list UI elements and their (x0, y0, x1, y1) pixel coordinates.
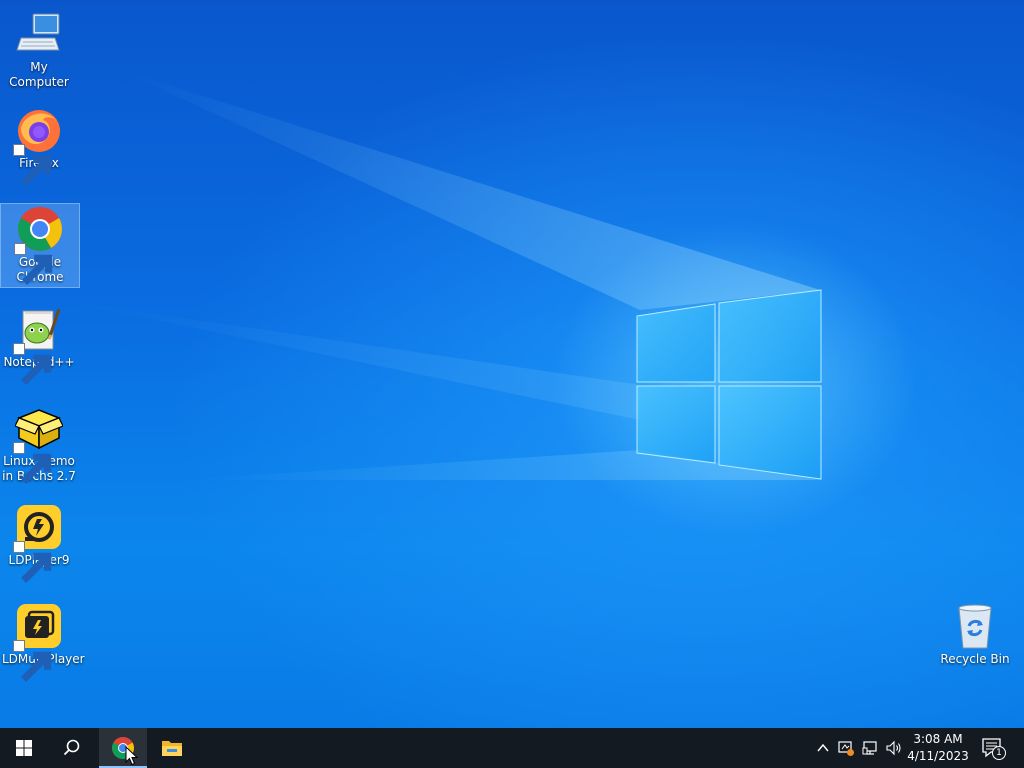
start-button[interactable] (0, 728, 48, 768)
desktop-icon-label: My Computer (9, 60, 69, 89)
mouse-cursor-icon (125, 746, 139, 766)
security-warning-icon[interactable] (838, 740, 854, 756)
ldplayer-icon (13, 503, 63, 583)
desktop-icon-label: Recycle Bin (940, 652, 1010, 666)
desktop-icon-my-computer[interactable]: My Computer (0, 10, 78, 90)
ldmultiplayer-icon (13, 602, 63, 682)
recycle-bin-icon (951, 602, 999, 650)
desktop-icon-linux-demo-in-bochs[interactable]: Linux Demo in Bochs 2.7 (0, 404, 78, 484)
windows-start-icon (16, 740, 32, 756)
desktop-icon-recycle-bin[interactable]: Recycle Bin (936, 602, 1014, 667)
folder-icon (162, 741, 182, 756)
volume-icon[interactable] (886, 740, 902, 756)
shortcut-arrow-icon (13, 343, 52, 385)
chrome-icon (14, 205, 64, 285)
shortcut-arrow-icon (13, 442, 52, 484)
show-hidden-icons-chevron-icon[interactable] (815, 740, 831, 756)
desktop-wallpaper: My Computer Firefox Google Chrome Notepa… (0, 0, 1024, 728)
desktop-icon-notepad-plus-plus[interactable]: Notepad++ (0, 305, 78, 385)
shortcut-arrow-icon (13, 144, 52, 186)
notepad-plus-plus-icon (13, 305, 63, 385)
firefox-icon (13, 106, 63, 186)
search-icon (63, 739, 80, 756)
taskbar-clock[interactable]: 3:08 AM 4/11/2023 (904, 731, 972, 765)
taskbar: 3:08 AM 4/11/2023 1 (0, 728, 1024, 768)
clock-time: 3:08 AM (913, 732, 963, 746)
desktop-icon-ldmultiplayer[interactable]: LDMultiPlayer (0, 602, 85, 682)
windows-logo-wallpaper (636, 289, 822, 480)
computer-icon (15, 10, 63, 58)
desktop-icon-ldplayer9[interactable]: LDPlayer9 (0, 503, 78, 583)
notification-count-badge: 1 (992, 746, 1006, 760)
shortcut-arrow-icon (14, 243, 53, 285)
taskbar-file-explorer-button[interactable] (148, 728, 196, 768)
wallpaper-light-beams (60, 70, 820, 480)
clock-date: 4/11/2023 (907, 749, 969, 763)
desktop-icon-firefox[interactable]: Firefox (0, 106, 78, 186)
bochs-box-icon (13, 404, 63, 484)
network-icon[interactable] (862, 740, 878, 756)
taskbar-chrome-button[interactable] (99, 728, 147, 768)
shortcut-arrow-icon (13, 541, 52, 583)
search-button[interactable] (48, 728, 96, 768)
desktop-icon-google-chrome[interactable]: Google Chrome (0, 203, 80, 288)
shortcut-arrow-icon (13, 640, 52, 682)
